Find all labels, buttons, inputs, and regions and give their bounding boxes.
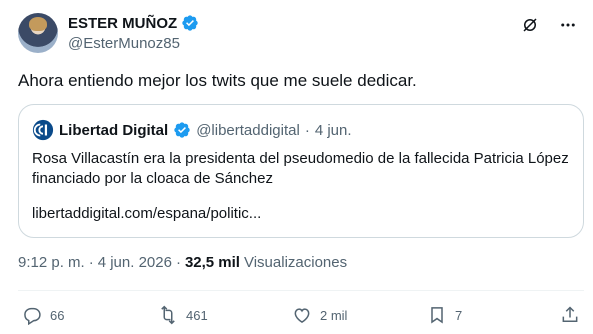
quote-text: Rosa Villacastín era la presidenta del p… [32,150,569,187]
quote-date[interactable]: 4 jun. [315,122,352,139]
verified-icon [174,122,190,138]
reply-count: 66 [50,307,65,323]
header-actions [520,15,578,35]
bookmark-button[interactable]: 7 [427,305,462,325]
tweet-text: Ahora entiendo mejor los twits que me su… [18,71,417,90]
divider [18,290,584,291]
grok-icon[interactable] [520,15,540,35]
libertad-digital-logo-icon [32,119,54,141]
quote-separator: · [304,121,310,139]
more-icon[interactable] [558,15,578,35]
meta-separator: · [175,254,181,271]
like-icon [294,308,310,323]
tweet-meta: 9:12 p. m. · 4 jun. 2026 · 32,5 mil Visu… [18,254,347,271]
repost-count: 461 [186,307,208,323]
views-count: 32,5 mil [184,254,240,271]
verified-icon [182,15,198,31]
repost-button[interactable]: 461 [158,305,208,325]
share-button[interactable] [560,305,580,325]
quote-header: Libertad Digital @libertaddigital · 4 ju… [32,119,352,141]
views-label: Visualizaciones [243,254,348,271]
reply-button[interactable]: 66 [22,305,64,325]
action-bar: 66 461 2 mil 7 [22,305,582,327]
quote-display-name[interactable]: Libertad Digital [59,122,168,139]
quote-link[interactable]: libertaddigital.com/espana/politic... [32,205,261,222]
tweet-date[interactable]: 4 jun. 2026 [98,254,172,271]
meta-separator: · [88,254,94,271]
author-handle[interactable]: @EsterMunoz85 [68,35,180,52]
reply-icon [24,307,41,325]
quote-handle[interactable]: @libertaddigital [196,122,300,139]
repost-icon [161,305,175,325]
like-button[interactable]: 2 mil [292,305,347,325]
avatar[interactable] [18,13,58,53]
bookmark-icon [431,307,443,324]
author-name-row[interactable]: ESTER MUÑOZ [68,14,199,32]
like-count: 2 mil [320,307,348,323]
quoted-tweet[interactable]: Libertad Digital @libertaddigital · 4 ju… [18,104,584,238]
bookmark-count: 7 [455,307,463,323]
share-icon [562,306,578,322]
tweet-header: ESTER MUÑOZ @EsterMunoz85 [18,13,578,57]
tweet-time[interactable]: 9:12 p. m. [18,254,85,271]
author-display-name[interactable]: ESTER MUÑOZ [68,15,177,32]
